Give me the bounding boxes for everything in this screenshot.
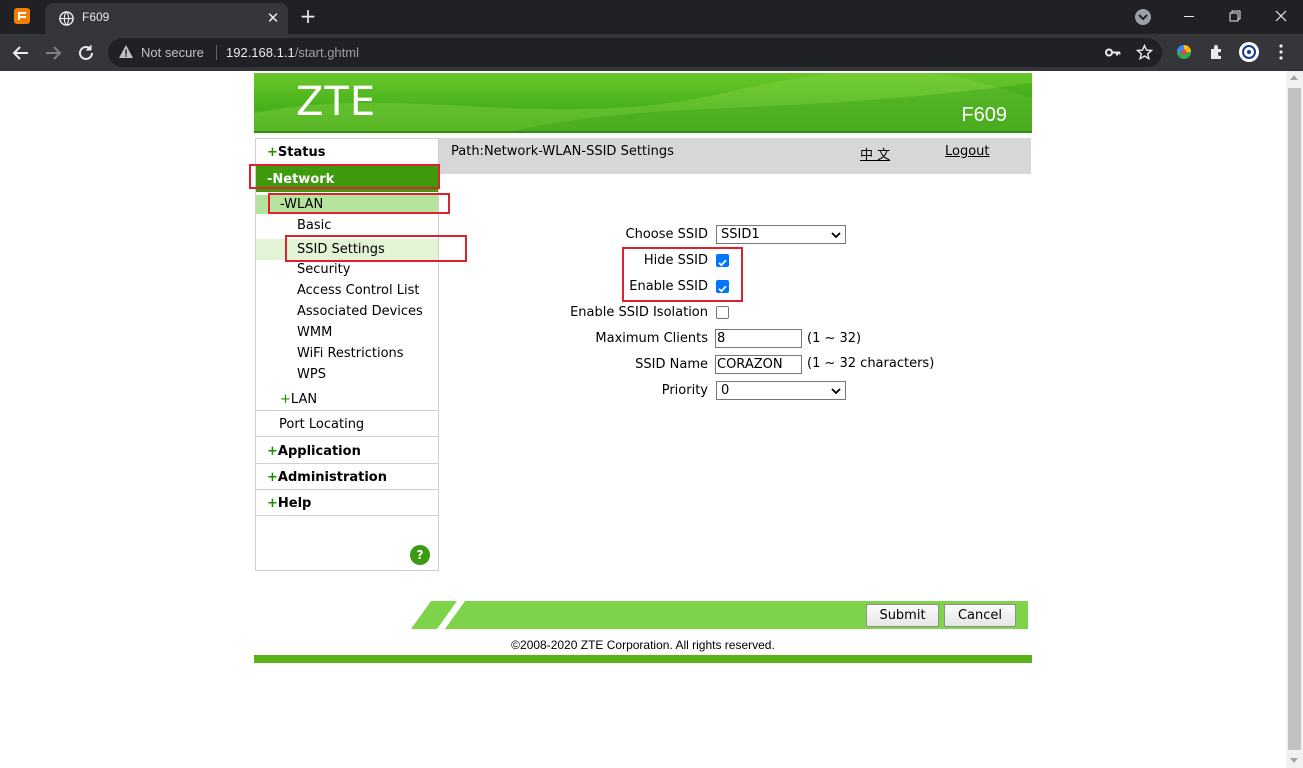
ssid-name-label: SSID Name bbox=[635, 357, 708, 372]
scroll-down-arrow-icon[interactable] bbox=[1290, 758, 1298, 763]
path-bar: Path:Network-WLAN-SSID Settings 中 文 Logo… bbox=[439, 138, 1031, 174]
ssid-isolation-checkbox[interactable] bbox=[716, 306, 729, 319]
address-bar[interactable]: Not secure 192.168.1.1/start.ghtml bbox=[108, 38, 1162, 67]
globe-icon bbox=[59, 11, 74, 26]
restore-icon[interactable] bbox=[1222, 4, 1248, 28]
tab-close-icon[interactable]: ✕ bbox=[263, 8, 283, 28]
active-tab[interactable]: F609 ✕ bbox=[45, 3, 288, 34]
browser-tab-bar: F609 ✕ + bbox=[0, 0, 1303, 34]
minimize-icon[interactable] bbox=[1176, 4, 1202, 28]
page-scrollbar[interactable] bbox=[1286, 71, 1303, 768]
help-question-icon[interactable]: ? bbox=[410, 545, 430, 565]
nav-port-locating[interactable]: Port Locating bbox=[256, 412, 438, 437]
nav-application-label: Application bbox=[277, 444, 361, 459]
cancel-button[interactable]: Cancel bbox=[944, 604, 1016, 627]
menu-kebab-icon[interactable] bbox=[1270, 41, 1292, 63]
priority-value: 0 bbox=[721, 383, 730, 398]
url-path: /start.ghtml bbox=[294, 45, 359, 60]
tab-title: F609 bbox=[82, 10, 110, 24]
zte-logo: ZTE bbox=[296, 79, 377, 125]
blogger-tab-icon[interactable] bbox=[12, 6, 32, 26]
tab-search-icon[interactable] bbox=[1134, 8, 1152, 26]
expand-plus-icon: + bbox=[280, 392, 291, 407]
highlight-box-wlan bbox=[268, 193, 450, 214]
ssid-name-input[interactable]: CORAZON bbox=[715, 355, 802, 374]
security-status[interactable]: Not secure bbox=[141, 45, 204, 60]
choose-ssid-select[interactable]: SSID1 bbox=[716, 225, 846, 244]
key-icon[interactable] bbox=[1104, 44, 1121, 61]
scroll-up-arrow-icon[interactable] bbox=[1290, 75, 1298, 80]
ssid-name-hint: (1 ~ 32 characters) bbox=[807, 356, 935, 371]
expand-plus-icon: + bbox=[267, 444, 278, 459]
warning-icon[interactable] bbox=[118, 44, 134, 60]
reload-icon[interactable] bbox=[74, 41, 98, 65]
nav-status-label: Status bbox=[277, 145, 326, 160]
star-icon[interactable] bbox=[1136, 44, 1153, 61]
expand-plus-icon: + bbox=[267, 145, 278, 160]
submit-button[interactable]: Submit bbox=[866, 604, 939, 627]
highlight-box-ssid-toggles bbox=[622, 247, 743, 302]
close-window-icon[interactable] bbox=[1268, 4, 1294, 28]
priority-label: Priority bbox=[661, 383, 708, 398]
browser-toolbar: Not secure 192.168.1.1/start.ghtml bbox=[0, 34, 1303, 71]
forward-icon[interactable] bbox=[41, 41, 65, 65]
url-host: 192.168.1.1 bbox=[226, 45, 295, 60]
breadcrumb: Path:Network-WLAN-SSID Settings bbox=[451, 144, 674, 159]
profile-avatar-icon[interactable] bbox=[1238, 41, 1260, 63]
choose-ssid-value: SSID1 bbox=[721, 227, 760, 242]
highlight-box-ssid-settings bbox=[285, 235, 467, 262]
puzzle-icon[interactable] bbox=[1206, 41, 1228, 63]
nav-lan-label: LAN bbox=[290, 392, 318, 407]
omnibox-separator bbox=[216, 45, 217, 60]
scrollbar-thumb[interactable] bbox=[1288, 88, 1301, 750]
nav-administration[interactable]: +Administration bbox=[256, 464, 438, 490]
language-link[interactable]: 中 文 bbox=[860, 144, 890, 163]
new-tab-icon[interactable]: + bbox=[297, 6, 319, 28]
highlight-box-network bbox=[249, 164, 440, 189]
expand-plus-icon: + bbox=[267, 496, 278, 511]
header-banner: ZTE F609 bbox=[254, 73, 1032, 133]
nav-help-label: Help bbox=[277, 496, 312, 511]
max-clients-input[interactable]: 8 bbox=[715, 329, 802, 348]
chevron-down-icon bbox=[831, 388, 841, 395]
copyright-text: ©2008-2020 ZTE Corporation. All rights r… bbox=[511, 638, 775, 652]
chevron-down-icon bbox=[831, 232, 841, 239]
nav-administration-label: Administration bbox=[277, 470, 387, 485]
extension-color-icon[interactable] bbox=[1173, 41, 1195, 63]
footer-line bbox=[254, 655, 1032, 663]
url-text[interactable]: 192.168.1.1/start.ghtml bbox=[226, 45, 359, 60]
max-clients-label: Maximum Clients bbox=[595, 331, 708, 346]
max-clients-hint: (1 ~ 32) bbox=[807, 331, 862, 346]
nav-status[interactable]: +Status bbox=[256, 139, 438, 165]
nav-help[interactable]: +Help bbox=[256, 490, 438, 516]
ssid-isolation-label: Enable SSID Isolation bbox=[570, 305, 708, 320]
priority-select[interactable]: 0 bbox=[716, 381, 846, 400]
nav-application[interactable]: +Application bbox=[256, 438, 438, 464]
expand-plus-icon: + bbox=[267, 470, 278, 485]
back-icon[interactable] bbox=[9, 41, 33, 65]
logout-link[interactable]: Logout bbox=[945, 144, 990, 159]
device-model: F609 bbox=[961, 104, 1007, 126]
